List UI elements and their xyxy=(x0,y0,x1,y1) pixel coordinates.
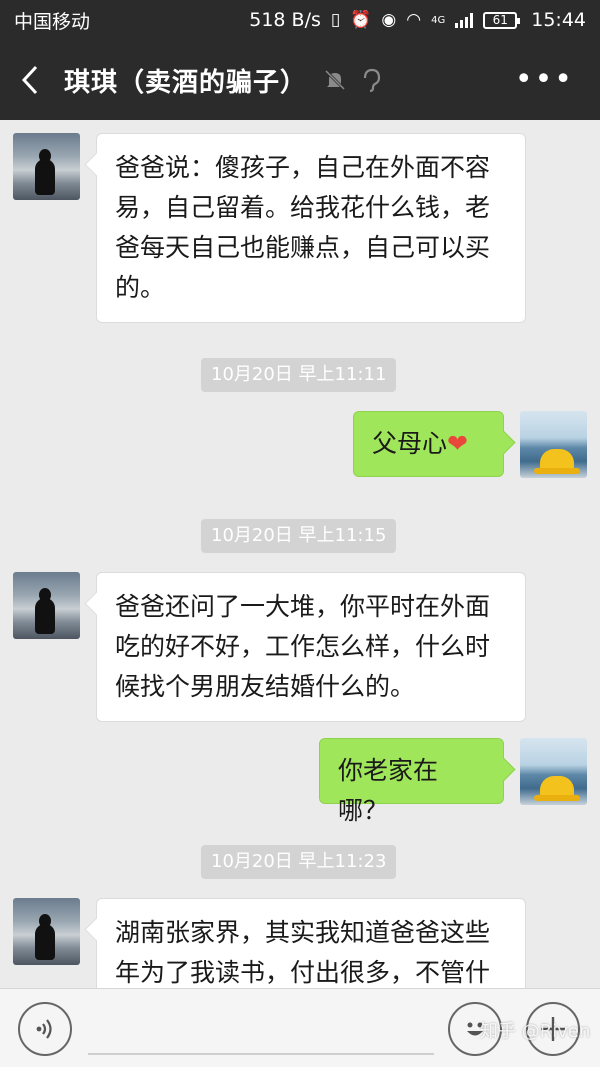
message-text: 父母心 xyxy=(372,429,448,458)
carrier-label: 中国移动 xyxy=(14,10,91,33)
message-input[interactable] xyxy=(88,1053,434,1055)
status-bar: 中国移动 518 B/s ▯ ⏰ ◉ ◠ 4G 61 15:44 xyxy=(0,0,600,40)
timestamp-label: 10月20日 早上11:11 xyxy=(201,358,397,392)
message-bubble-incoming[interactable]: 爸爸说：傻孩子，自己在外面不容易，自己留着。给我花什么钱，老爸每天自己也能赚点，… xyxy=(96,133,526,323)
avatar[interactable] xyxy=(520,411,587,478)
watermark: 知乎 @Riven xyxy=(480,1021,591,1042)
clock: 15:44 xyxy=(531,9,586,31)
avatar[interactable] xyxy=(13,133,80,200)
ear-icon xyxy=(363,68,381,92)
bell-muted-icon xyxy=(324,69,346,91)
alarm-icon: ⏰ xyxy=(350,10,372,30)
heart-emoji: ❤ xyxy=(447,429,468,458)
avatar[interactable] xyxy=(520,738,587,805)
wifi-icon: ◠ xyxy=(406,10,422,30)
chat-title: 琪琪（卖酒的骗子） xyxy=(64,67,308,98)
chat-status-icons xyxy=(323,68,381,92)
voice-icon xyxy=(36,1019,52,1039)
message-bubble-outgoing[interactable]: 父母心❤ xyxy=(353,411,504,477)
message-bubble-incoming[interactable]: 湖南张家界，其实我知道爸爸这些年为了我读书，付出很多，不管什 xyxy=(96,898,526,988)
voice-button[interactable] xyxy=(18,1002,72,1056)
vibrate-icon: ▯ xyxy=(330,10,341,30)
avatar[interactable] xyxy=(13,572,80,639)
battery-icon: 61 xyxy=(483,11,521,29)
timestamp-label: 10月20日 早上11:15 xyxy=(201,519,397,553)
message-bubble-outgoing[interactable]: 你老家在哪？ xyxy=(319,738,504,825)
message-bubble-incoming[interactable]: 爸爸还问了一大堆，你平时在外面吃的好不好，工作怎么样，什么时候找个男朋友结婚什么… xyxy=(96,572,526,722)
network-speed: 518 B/s xyxy=(249,9,321,31)
network-type: 4G xyxy=(431,14,446,26)
chat-header: 琪琪（卖酒的骗子） ••• xyxy=(0,40,600,120)
chevron-left-icon xyxy=(21,65,38,95)
signal-icon xyxy=(455,12,474,28)
chat-messages[interactable]: 爸爸说：傻孩子，自己在外面不容易，自己留着。给我花什么钱，老爸每天自己也能赚点，… xyxy=(0,120,600,988)
eye-icon: ◉ xyxy=(381,10,397,30)
input-bar: 知乎 @Riven xyxy=(0,988,600,1067)
more-options-button[interactable]: ••• xyxy=(515,62,574,97)
timestamp-label: 10月20日 早上11:23 xyxy=(201,845,397,879)
avatar[interactable] xyxy=(13,898,80,965)
status-icons: 518 B/s ▯ ⏰ ◉ ◠ 4G 61 15:44 xyxy=(249,9,586,31)
back-button[interactable] xyxy=(0,40,60,120)
